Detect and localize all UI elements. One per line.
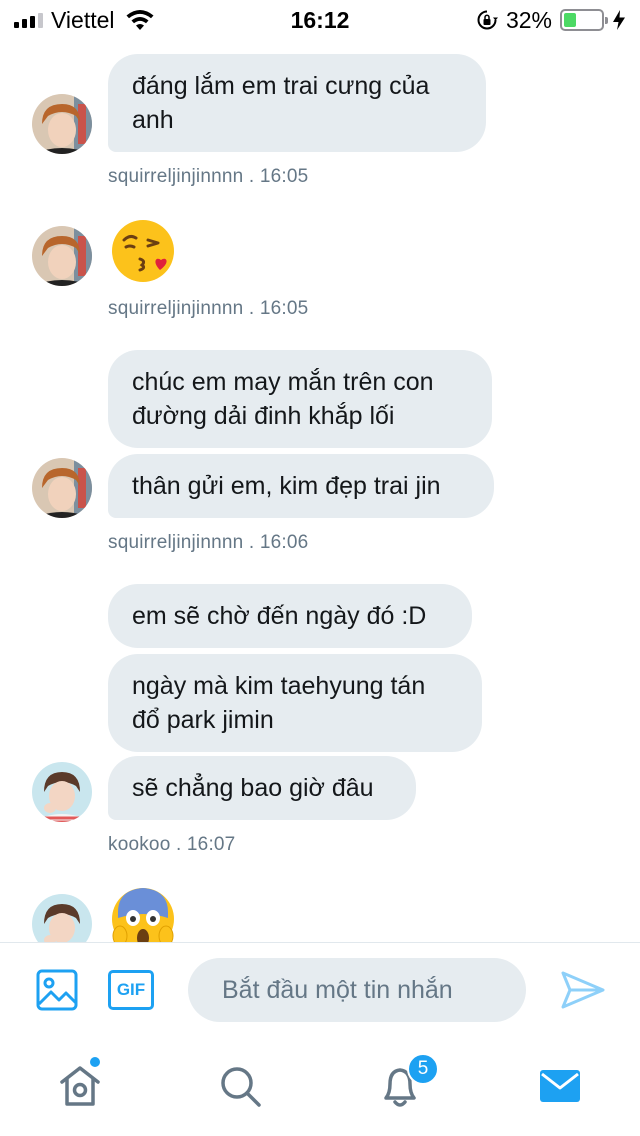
message-bubble[interactable]: sẽ chẳng bao giờ đâu [108, 756, 416, 820]
message-text: sẽ chẳng bao giờ đâu [132, 774, 374, 802]
search-icon[interactable] [216, 1062, 264, 1110]
message-bubble[interactable]: thân gửi em, kim đẹp trai jin [108, 454, 494, 518]
message-thread[interactable]: đáng lắm em trai cưng của anh squirrelji… [0, 40, 640, 942]
message-meta: squirreljinjinnnn . 16:06 [108, 532, 309, 553]
messages-icon[interactable] [536, 1062, 584, 1110]
message-text: thân gửi em, kim đẹp trai jin [132, 472, 441, 500]
message-bubble[interactable]: đáng lắm em trai cưng của anh [108, 54, 486, 152]
message-meta: squirreljinjinnnn . 16:05 [108, 166, 309, 187]
notifications-badge: 5 [407, 1053, 439, 1085]
gif-label: GIF [116, 980, 146, 999]
avatar-kookoo[interactable] [32, 894, 92, 942]
battery-percent: 32% [505, 6, 552, 33]
send-icon[interactable] [560, 970, 606, 1010]
message-meta: squirreljinjinnnn . 16:05 [108, 298, 309, 319]
message-bubble[interactable]: ngày mà kim taehyung tán đổ park jimin [108, 654, 482, 752]
face-screaming-in-fear-emoji [112, 888, 174, 942]
status-bar: Viettel 16:12 32% [0, 0, 640, 40]
message-bubble[interactable]: chúc em may mắn trên con đường dải đinh … [108, 350, 492, 448]
gif-icon[interactable]: GIF [108, 970, 154, 1010]
image-icon[interactable] [35, 968, 79, 1012]
home-unread-dot [88, 1055, 102, 1069]
message-text: ngày mà kim taehyung tán đổ park jimin [132, 672, 426, 734]
rotation-lock-icon [477, 10, 498, 30]
home-icon[interactable] [56, 1062, 104, 1110]
avatar-kookoo[interactable] [32, 762, 92, 822]
charging-bolt-icon [613, 10, 625, 30]
message-text: chúc em may mắn trên con đường dải đinh … [132, 368, 434, 430]
avatar-squirreljinjinnnn[interactable] [32, 226, 92, 286]
message-input[interactable] [188, 958, 526, 1022]
message-text: em sẽ chờ đến ngày đó :D [132, 602, 427, 630]
avatar-squirreljinjinnnn[interactable] [32, 94, 92, 154]
message-composer: GIF [0, 943, 640, 1039]
message-bubble[interactable]: em sẽ chờ đến ngày đó :D [108, 584, 472, 648]
face-blowing-kiss-emoji [112, 220, 174, 282]
battery-icon [560, 9, 608, 31]
message-text: đáng lắm em trai cưng của anh [132, 72, 430, 134]
battery-level-fill [564, 13, 576, 27]
avatar-squirreljinjinnnn[interactable] [32, 458, 92, 518]
message-meta: kookoo . 16:07 [108, 834, 236, 855]
